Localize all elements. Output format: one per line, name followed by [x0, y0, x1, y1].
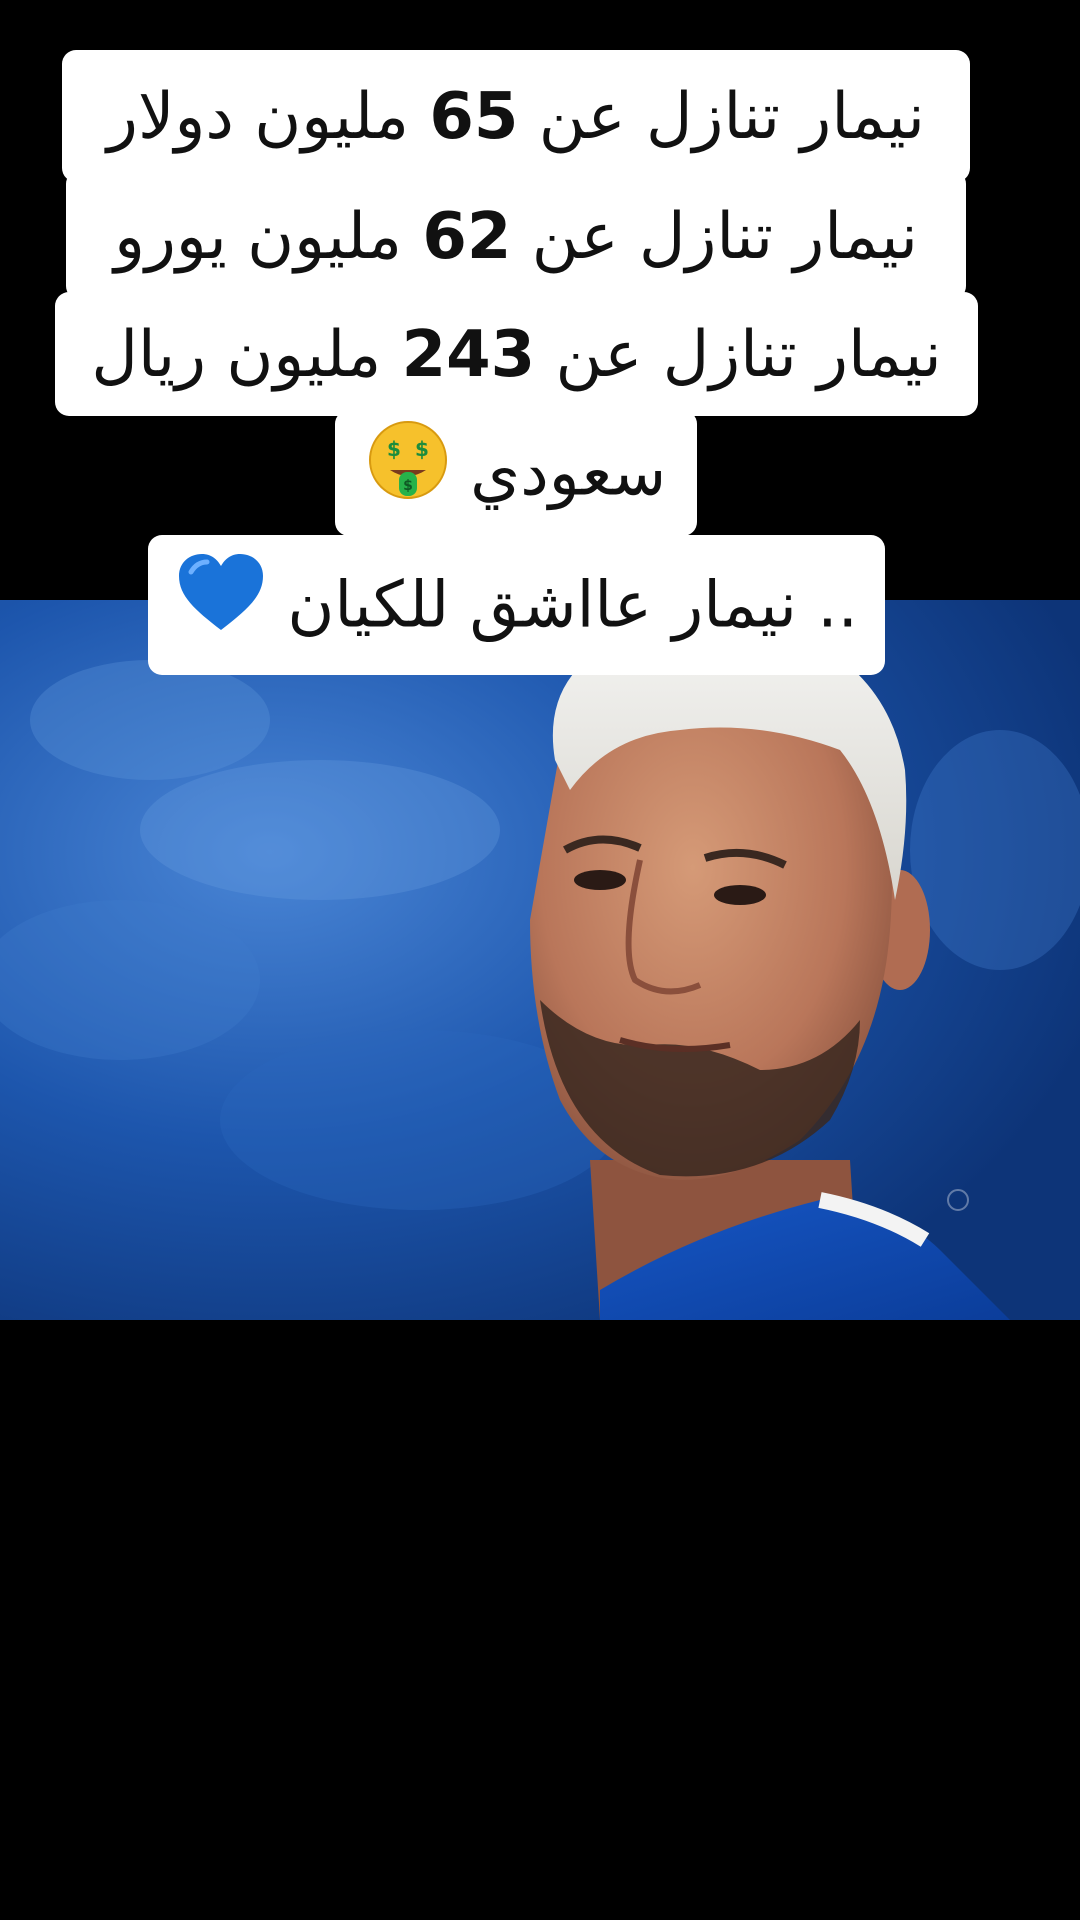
caption-line-3: نيمار تنازل عن 243 مليون ريال — [55, 300, 978, 410]
player-photo — [0, 600, 1080, 1320]
blue-heart-icon — [175, 550, 267, 668]
video-frame: نيمار تنازل عن 65 مليون دولار نيمار تناز… — [0, 0, 1080, 1920]
player-illustration — [0, 600, 1080, 1320]
caption-line-3-after: مليون ريال — [91, 318, 382, 392]
svg-text:$: $ — [415, 437, 429, 461]
caption-line-5: .. نيمار عااشق للكيان — [148, 550, 885, 668]
caption-line-3-before: نيمار تنازل عن — [555, 318, 942, 392]
svg-text:$: $ — [387, 437, 401, 461]
caption-line-2-before: نيمار تنازل عن — [531, 200, 918, 274]
svg-text:$: $ — [403, 478, 413, 494]
caption-line-4: سعودي $ $ $ — [335, 418, 697, 536]
caption-line-2-after: مليون يورو — [114, 200, 402, 274]
caption-line-1-number: 65 — [429, 80, 519, 154]
caption-line-1: نيمار تنازل عن 65 مليون دولار — [62, 62, 970, 172]
caption-line-1-before: نيمار تنازل عن — [538, 80, 925, 154]
caption-line-5-text: .. نيمار عااشق للكيان — [287, 568, 858, 643]
money-mouth-face-icon: $ $ $ — [366, 418, 450, 536]
caption-line-2: نيمار تنازل عن 62 مليون يورو — [66, 182, 966, 292]
caption-line-1-after: مليون دولار — [107, 80, 410, 154]
caption-line-3-number: 243 — [401, 318, 536, 392]
caption-line-4-text: سعودي — [470, 436, 667, 511]
caption-line-2-number: 62 — [422, 200, 512, 274]
